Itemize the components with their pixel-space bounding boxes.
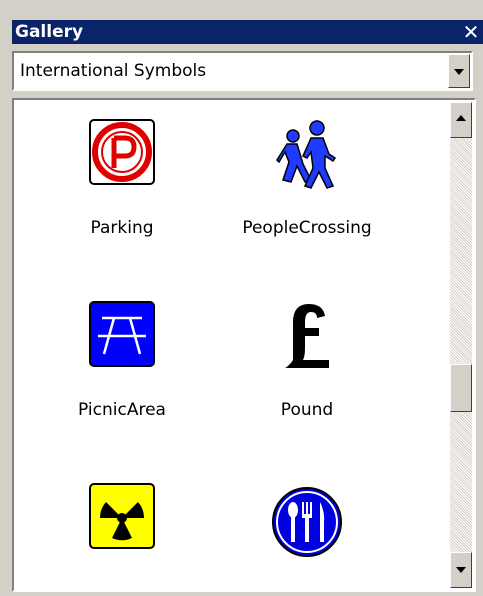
gallery-item-label: Pound: [280, 400, 334, 420]
pound-icon: [207, 300, 407, 378]
gallery-window: Gallery ✕ International Symbols Parking: [0, 0, 483, 596]
gallery-list[interactable]: Parking PeopleCrossing PicnicArea Pound: [12, 98, 476, 592]
title-bar[interactable]: Gallery ✕: [12, 20, 483, 44]
radioactive-icon: [22, 482, 222, 560]
picnic-area-icon: [22, 300, 222, 378]
gallery-item-picnic-area[interactable]: PicnicArea: [22, 300, 222, 420]
gallery-item-radioactive[interactable]: [22, 482, 222, 560]
chevron-down-icon: [454, 69, 464, 75]
dropdown-button[interactable]: [448, 54, 470, 88]
gallery-item-label: PicnicArea: [78, 400, 166, 420]
window-title: Gallery: [15, 22, 84, 42]
chevron-up-icon: [456, 115, 466, 121]
people-crossing-icon: [207, 118, 407, 196]
gallery-item-label: PeopleCrossing: [242, 218, 372, 238]
vertical-scrollbar[interactable]: [450, 102, 472, 588]
gallery-item-label: Parking: [90, 218, 154, 238]
scroll-down-button[interactable]: [450, 552, 472, 588]
close-icon[interactable]: ✕: [461, 20, 481, 44]
category-dropdown[interactable]: International Symbols: [12, 51, 473, 91]
gallery-item-restaurant[interactable]: [207, 482, 407, 560]
gallery-item-people-crossing[interactable]: PeopleCrossing: [207, 118, 407, 238]
chevron-down-icon: [456, 567, 466, 573]
category-selected-value: International Symbols: [20, 61, 207, 81]
restaurant-icon: [207, 482, 407, 560]
scroll-up-button[interactable]: [450, 102, 472, 138]
scroll-thumb[interactable]: [450, 364, 472, 412]
gallery-item-pound[interactable]: Pound: [207, 300, 407, 420]
gallery-item-parking[interactable]: Parking: [22, 118, 222, 238]
parking-icon: [22, 118, 222, 196]
